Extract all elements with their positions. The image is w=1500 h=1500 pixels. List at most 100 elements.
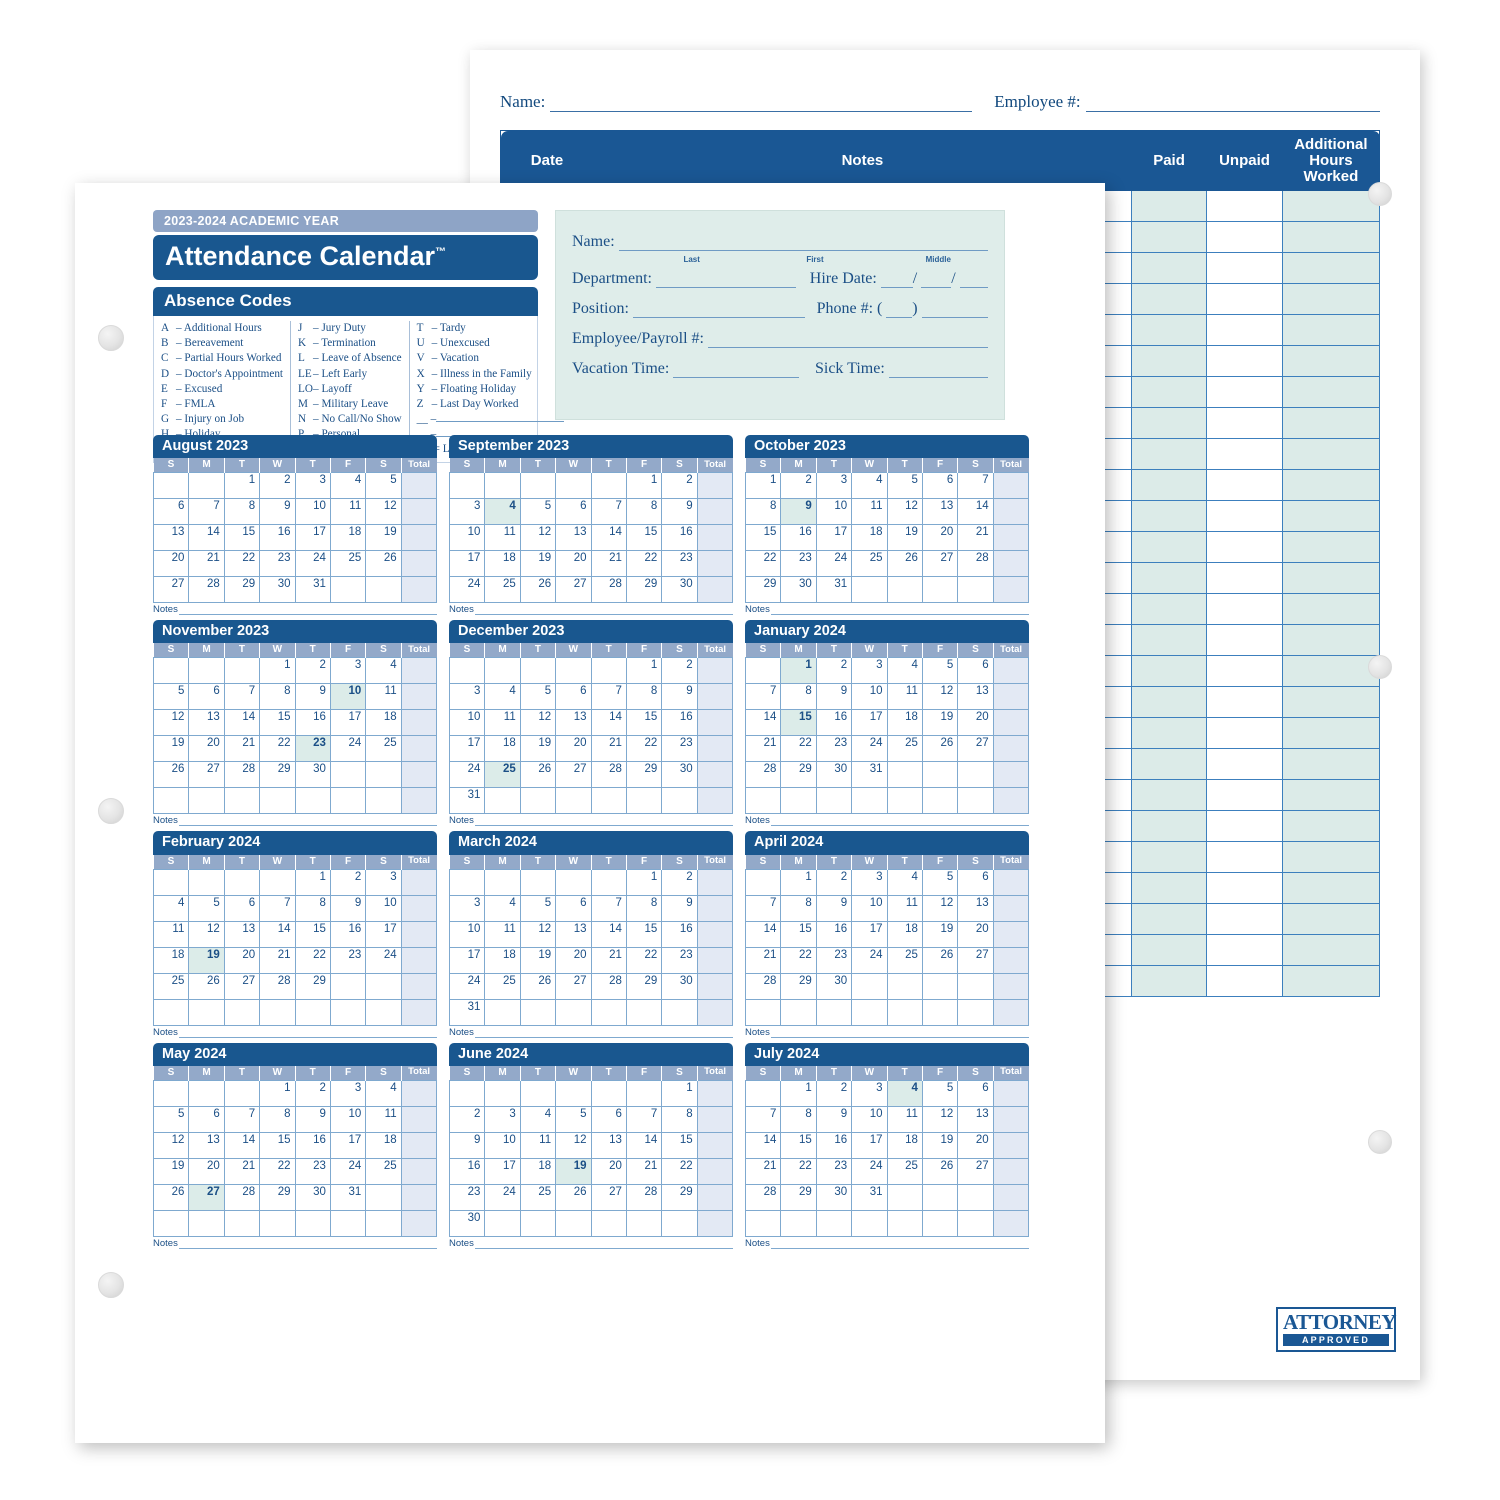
log-cell-additional[interactable]: [1281, 655, 1381, 688]
log-cell-additional[interactable]: [1281, 903, 1381, 936]
day-cell[interactable]: 17: [448, 550, 486, 578]
day-cell-empty[interactable]: [851, 972, 888, 1000]
day-cell[interactable]: 7: [590, 894, 627, 922]
week-total-cell[interactable]: [696, 1079, 734, 1107]
day-cell-empty[interactable]: [957, 787, 994, 815]
day-cell[interactable]: 7: [223, 1105, 261, 1133]
day-cell[interactable]: 4: [851, 472, 888, 500]
day-cell[interactable]: 17: [851, 920, 888, 948]
log-cell-additional[interactable]: [1281, 531, 1381, 564]
day-cell[interactable]: 14: [590, 524, 627, 552]
day-cell[interactable]: 1: [780, 1079, 817, 1107]
week-total-cell[interactable]: [400, 787, 438, 815]
day-cell-empty[interactable]: [519, 657, 557, 685]
day-cell[interactable]: 3: [815, 472, 853, 500]
day-cell[interactable]: 26: [519, 972, 557, 1000]
week-total-cell[interactable]: [696, 657, 734, 685]
day-cell[interactable]: 6: [555, 894, 592, 922]
day-cell-holiday[interactable]: 4: [886, 1079, 923, 1107]
day-cell-holiday[interactable]: 10: [329, 683, 367, 711]
day-cell[interactable]: 29: [780, 1183, 817, 1211]
day-cell-empty[interactable]: [815, 1209, 853, 1237]
day-cell[interactable]: 15: [625, 920, 663, 948]
day-cell[interactable]: 2: [329, 868, 367, 896]
log-cell-paid[interactable]: [1130, 717, 1208, 750]
day-cell[interactable]: 31: [851, 1183, 888, 1211]
day-cell[interactable]: 7: [223, 683, 261, 711]
log-cell-paid[interactable]: [1130, 345, 1208, 378]
day-cell[interactable]: 9: [294, 683, 331, 711]
day-cell[interactable]: 1: [780, 868, 817, 896]
day-cell[interactable]: 22: [744, 550, 782, 578]
day-cell[interactable]: 16: [780, 524, 817, 552]
log-cell-unpaid[interactable]: [1206, 717, 1283, 750]
day-cell[interactable]: 12: [152, 709, 190, 737]
day-cell[interactable]: 2: [294, 1079, 331, 1107]
week-total-cell[interactable]: [400, 550, 438, 578]
log-cell-unpaid[interactable]: [1206, 531, 1283, 564]
week-total-cell[interactable]: [992, 709, 1030, 737]
log-cell-paid[interactable]: [1130, 562, 1208, 595]
week-total-cell[interactable]: [992, 1209, 1030, 1237]
day-cell[interactable]: 11: [886, 894, 923, 922]
day-cell[interactable]: 26: [921, 946, 959, 974]
day-cell-empty[interactable]: [780, 787, 817, 815]
day-cell[interactable]: 20: [555, 550, 592, 578]
day-cell[interactable]: 27: [188, 761, 225, 789]
day-cell-empty[interactable]: [661, 1209, 698, 1237]
day-cell-empty[interactable]: [886, 787, 923, 815]
day-cell[interactable]: 3: [448, 894, 486, 922]
day-cell[interactable]: 1: [625, 868, 663, 896]
day-cell-empty[interactable]: [661, 998, 698, 1026]
day-cell[interactable]: 13: [957, 1105, 994, 1133]
day-cell[interactable]: 3: [851, 657, 888, 685]
day-cell[interactable]: 24: [365, 946, 402, 974]
day-cell[interactable]: 12: [365, 498, 402, 526]
day-cell-empty[interactable]: [365, 1209, 402, 1237]
day-cell[interactable]: 27: [152, 576, 190, 604]
day-cell[interactable]: 11: [886, 1105, 923, 1133]
day-cell[interactable]: 25: [484, 972, 521, 1000]
day-cell[interactable]: 17: [448, 946, 486, 974]
log-cell-unpaid[interactable]: [1206, 841, 1283, 874]
day-cell[interactable]: 7: [744, 683, 782, 711]
day-cell[interactable]: 5: [921, 657, 959, 685]
week-total-cell[interactable]: [992, 683, 1030, 711]
week-total-cell[interactable]: [400, 998, 438, 1026]
log-cell-unpaid[interactable]: [1206, 314, 1283, 347]
day-cell-holiday[interactable]: 9: [780, 498, 817, 526]
log-cell-unpaid[interactable]: [1206, 810, 1283, 843]
day-cell[interactable]: 31: [851, 761, 888, 789]
day-cell[interactable]: 22: [223, 550, 261, 578]
department-input-line[interactable]: [655, 272, 796, 288]
day-cell[interactable]: 24: [484, 1183, 521, 1211]
day-cell[interactable]: 22: [294, 946, 331, 974]
day-cell[interactable]: 25: [851, 550, 888, 578]
day-cell[interactable]: 3: [448, 683, 486, 711]
day-cell-empty[interactable]: [329, 972, 367, 1000]
week-total-cell[interactable]: [696, 946, 734, 974]
day-cell[interactable]: 18: [484, 550, 521, 578]
day-cell[interactable]: 22: [259, 1157, 296, 1185]
day-cell-empty[interactable]: [448, 1079, 486, 1107]
week-total-cell[interactable]: [696, 524, 734, 552]
day-cell[interactable]: 16: [329, 920, 367, 948]
day-cell[interactable]: 30: [815, 761, 853, 789]
day-cell-empty[interactable]: [851, 998, 888, 1026]
day-cell-empty[interactable]: [152, 472, 190, 500]
day-cell[interactable]: 19: [921, 1131, 959, 1159]
day-cell[interactable]: 31: [448, 998, 486, 1026]
week-total-cell[interactable]: [400, 576, 438, 604]
log-cell-paid[interactable]: [1130, 841, 1208, 874]
log-cell-unpaid[interactable]: [1206, 872, 1283, 905]
day-cell[interactable]: 6: [555, 498, 592, 526]
week-total-cell[interactable]: [400, 657, 438, 685]
log-cell-additional[interactable]: [1281, 841, 1381, 874]
day-cell-empty[interactable]: [188, 787, 225, 815]
day-cell[interactable]: 16: [815, 1131, 853, 1159]
day-cell[interactable]: 1: [259, 657, 296, 685]
day-cell[interactable]: 17: [294, 524, 331, 552]
day-cell[interactable]: 28: [188, 576, 225, 604]
day-cell[interactable]: 21: [590, 946, 627, 974]
log-cell-additional[interactable]: [1281, 438, 1381, 471]
